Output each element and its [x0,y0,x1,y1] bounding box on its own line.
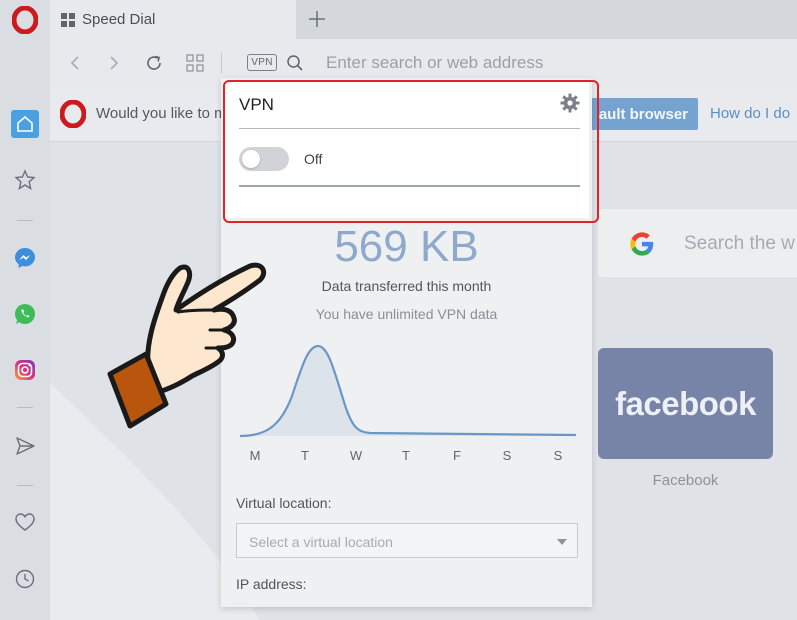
reload-icon [147,55,161,70]
search-icon [287,55,303,71]
vpn-badge-button[interactable]: VPN [247,54,277,71]
opera-logo-icon [60,100,86,128]
usage-area [240,346,576,436]
virtual-location-placeholder: Select a virtual location [249,534,393,550]
sidebar [0,0,50,620]
search-button[interactable] [283,51,307,75]
history-icon[interactable] [11,565,39,593]
opera-logo-icon[interactable] [11,6,39,34]
day-label: S [553,448,563,463]
virtual-location-label: Virtual location: [236,495,332,511]
day-label: W [349,448,363,463]
send-icon[interactable] [11,432,39,460]
speed-dial-grid-button[interactable] [183,51,207,75]
day-label: S [502,448,512,463]
reload-button[interactable] [142,51,166,75]
chevron-down-icon [557,539,567,545]
data-transferred-label: Data transferred this month [321,278,492,294]
day-label: F [453,448,461,463]
back-button[interactable] [63,51,87,75]
messenger-icon[interactable] [11,244,39,272]
new-tab-button[interactable] [305,7,329,31]
pointing-hand-icon [107,262,267,429]
ip-address-label: IP address: [236,576,307,592]
google-icon [630,232,654,256]
unlimited-data-note: You have unlimited VPN data [315,306,498,322]
search-placeholder: Search the w [684,233,795,254]
highlight-box [223,80,599,223]
day-label: M [249,448,261,463]
back-arrow-icon [70,56,79,70]
whatsapp-icon[interactable] [11,300,39,328]
tile-caption: Facebook [652,472,719,489]
grid-icon [186,54,204,72]
help-link[interactable]: How do I do [710,105,790,122]
bookmarks-icon[interactable] [11,166,39,194]
data-transferred-amount: 569 KB [334,222,479,271]
forward-arrow-icon [110,56,119,70]
toolbar-divider [221,53,222,73]
tab-title: Speed Dial [82,11,156,28]
weekly-usage-chart [239,344,577,438]
facebook-logo: facebook [615,384,756,422]
instagram-icon[interactable] [11,356,39,384]
heart-icon[interactable] [11,508,39,536]
home-icon[interactable] [11,110,39,138]
speed-dial-icon [61,12,75,27]
tab-speed-dial[interactable]: Speed Dial [50,0,296,39]
sidebar-divider [17,485,33,486]
forward-button[interactable] [102,51,126,75]
day-label: T [301,448,309,463]
sidebar-divider [17,407,33,408]
speed-dial-search-box[interactable]: Search the w [598,209,797,277]
speed-dial-tile-facebook[interactable]: facebook [598,348,773,459]
day-label: T [402,448,410,463]
infobar-message: Would you like to m [96,105,227,122]
tab-bar: Speed Dial [50,0,797,39]
virtual-location-select[interactable]: Select a virtual location [236,523,578,558]
plus-icon [309,11,325,27]
sidebar-divider [17,220,33,221]
address-input[interactable] [326,48,786,78]
